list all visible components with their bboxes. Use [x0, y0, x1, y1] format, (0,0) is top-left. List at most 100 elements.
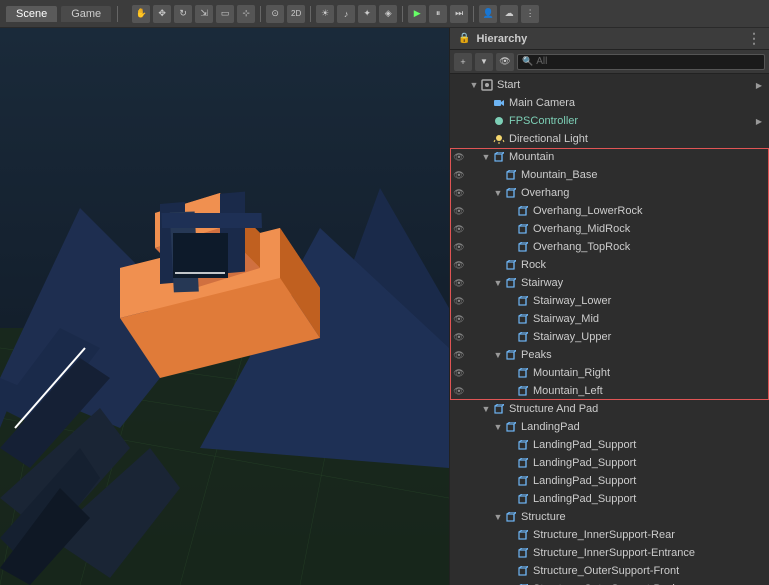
pause-icon[interactable]: ⏸	[429, 5, 447, 23]
step-icon[interactable]: ⏭	[450, 5, 468, 23]
item-type-icon	[504, 186, 518, 200]
scroll-right-arrow[interactable]: ▶	[753, 117, 765, 126]
item-type-icon	[516, 222, 530, 236]
toolbar-sep-3	[310, 6, 311, 22]
expand-arrow[interactable]: ▼	[492, 278, 504, 288]
expand-arrow[interactable]: ▼	[468, 80, 480, 90]
expand-arrow[interactable]: ▼	[492, 188, 504, 198]
move-tool-icon[interactable]: ✥	[153, 5, 171, 23]
expand-arrow[interactable]: ▼	[492, 422, 504, 432]
tree-item-landing-pad[interactable]: ▼LandingPad	[450, 418, 769, 436]
panel-toolbar: + ▼ 👁 🔍 All	[450, 50, 769, 74]
tree-item-overhang[interactable]: 👁▼Overhang	[450, 184, 769, 202]
tree-item-mountain[interactable]: 👁▼Mountain	[450, 148, 769, 166]
tree-item-mountain-left[interactable]: 👁 Mountain_Left	[450, 382, 769, 400]
item-type-icon	[492, 132, 506, 146]
tree-item-mountain-base[interactable]: 👁Mountain_Base	[450, 166, 769, 184]
tree-item-main-camera[interactable]: Main Camera	[450, 94, 769, 112]
visibility-eye-icon[interactable]: 👁	[450, 170, 468, 181]
lit-icon[interactable]: ☀	[316, 5, 334, 23]
tree-item-peaks[interactable]: 👁▼Peaks	[450, 346, 769, 364]
tree-item-landingpad-support1[interactable]: LandingPad_Support	[450, 436, 769, 454]
panel-header-left: 🔒 Hierarchy	[458, 33, 527, 45]
tree-item-stairway-upper[interactable]: 👁Stairway_Upper	[450, 328, 769, 346]
effects-icon[interactable]: ✦	[358, 5, 376, 23]
tree-item-stairway-mid[interactable]: 👁Stairway_Mid	[450, 310, 769, 328]
visibility-eye-icon[interactable]: 👁	[450, 260, 468, 271]
visibility-eye-icon[interactable]: 👁	[450, 368, 468, 379]
pivot-icon[interactable]: ⊙	[266, 5, 284, 23]
add-dropdown-icon[interactable]: ▼	[475, 53, 493, 71]
item-label: Structure_InnerSupport-Rear	[533, 529, 765, 541]
rotate-tool-icon[interactable]: ↻	[174, 5, 192, 23]
visibility-toggle-icon[interactable]: 👁	[496, 53, 514, 71]
search-box[interactable]: 🔍 All	[517, 54, 765, 70]
add-object-button[interactable]: +	[454, 53, 472, 71]
cloud-icon[interactable]: ☁	[500, 5, 518, 23]
item-type-icon	[516, 204, 530, 218]
item-label: Stairway_Lower	[533, 295, 765, 307]
item-type-icon	[492, 402, 506, 416]
item-type-icon	[516, 240, 530, 254]
transform-tool-icon[interactable]: ⊹	[237, 5, 255, 23]
visibility-eye-icon[interactable]: 👁	[450, 314, 468, 325]
visibility-eye-icon[interactable]: 👁	[450, 296, 468, 307]
visibility-eye-icon[interactable]: 👁	[450, 188, 468, 199]
visibility-eye-icon[interactable]: 👁	[450, 386, 468, 397]
tree-item-fps[interactable]: FPSController▶	[450, 112, 769, 130]
tree-item-structure-innersupport-rear[interactable]: Structure_InnerSupport-Rear	[450, 526, 769, 544]
tab-game[interactable]: Game	[61, 6, 111, 22]
hierarchy-tree[interactable]: ▼Start▶Main CameraFPSController▶Directio…	[450, 74, 769, 585]
visibility-eye-icon[interactable]: 👁	[450, 332, 468, 343]
visibility-eye-icon[interactable]: 👁	[450, 278, 468, 289]
scroll-right-arrow[interactable]: ▶	[753, 81, 765, 90]
tree-item-structure-outersupport-front[interactable]: Structure_OuterSupport-Front	[450, 562, 769, 580]
visibility-eye-icon[interactable]: 👁	[450, 224, 468, 235]
scene-viewport[interactable]	[0, 28, 449, 585]
tree-item-stairway[interactable]: 👁▼Stairway	[450, 274, 769, 292]
panel-menu-icon[interactable]: ⋮	[747, 30, 761, 47]
play-icon[interactable]: ▶	[408, 5, 426, 23]
item-label: FPSController	[509, 115, 753, 127]
2d-icon[interactable]: 2D	[287, 5, 305, 23]
audio-icon[interactable]: ♪	[337, 5, 355, 23]
tree-item-overhang-lowerrock[interactable]: 👁Overhang_LowerRock	[450, 202, 769, 220]
rect-tool-icon[interactable]: ▭	[216, 5, 234, 23]
tree-item-start[interactable]: ▼Start▶	[450, 76, 769, 94]
item-label: LandingPad_Support	[533, 439, 765, 451]
account-icon[interactable]: 👤	[479, 5, 497, 23]
expand-arrow[interactable]: ▼	[480, 152, 492, 162]
tab-scene[interactable]: Scene	[6, 6, 57, 22]
tree-item-structure-outersupport-back[interactable]: Strcuture_OuterSupport-Back	[450, 580, 769, 585]
tree-item-structure-and-pad[interactable]: ▼Structure And Pad	[450, 400, 769, 418]
visibility-eye-icon[interactable]: 👁	[450, 350, 468, 361]
visibility-eye-icon[interactable]: 👁	[450, 206, 468, 217]
expand-arrow[interactable]: ▼	[492, 350, 504, 360]
tree-item-landingpad-support2[interactable]: LandingPad_Support	[450, 454, 769, 472]
tree-item-landingpad-support4[interactable]: LandingPad_Support	[450, 490, 769, 508]
item-type-icon	[480, 78, 494, 92]
item-type-icon	[504, 348, 518, 362]
item-type-icon	[492, 150, 506, 164]
tree-item-directional-light[interactable]: Directional Light	[450, 130, 769, 148]
scale-tool-icon[interactable]: ⇲	[195, 5, 213, 23]
tree-item-structure-innersupport-entrance[interactable]: Structure_InnerSupport-Entrance	[450, 544, 769, 562]
gizmos-icon[interactable]: ◈	[379, 5, 397, 23]
tree-item-stairway-lower[interactable]: 👁 Stairway_Lower	[450, 292, 769, 310]
main-content: 🔒 Hierarchy ⋮ + ▼ 👁 🔍 All ▼Start▶ Main Ca…	[0, 28, 769, 585]
tree-item-overhang-toprock[interactable]: 👁Overhang_TopRock	[450, 238, 769, 256]
expand-arrow[interactable]: ▼	[492, 512, 504, 522]
tree-item-mountain-right[interactable]: 👁Mountain_Right	[450, 364, 769, 382]
tree-item-structure[interactable]: ▼Structure	[450, 508, 769, 526]
tree-item-landingpad-support3[interactable]: LandingPad_Support	[450, 472, 769, 490]
hand-tool-icon[interactable]: ✋	[132, 5, 150, 23]
tree-item-overhang-midrock[interactable]: 👁Overhang_MidRock	[450, 220, 769, 238]
expand-arrow[interactable]: ▼	[480, 404, 492, 414]
item-label: Mountain_Left	[533, 385, 765, 397]
item-label: Main Camera	[509, 97, 765, 109]
tree-item-rock[interactable]: 👁Rock	[450, 256, 769, 274]
visibility-eye-icon[interactable]: 👁	[450, 152, 468, 163]
item-type-icon	[504, 276, 518, 290]
visibility-eye-icon[interactable]: 👁	[450, 242, 468, 253]
settings-icon[interactable]: ⋮	[521, 5, 539, 23]
